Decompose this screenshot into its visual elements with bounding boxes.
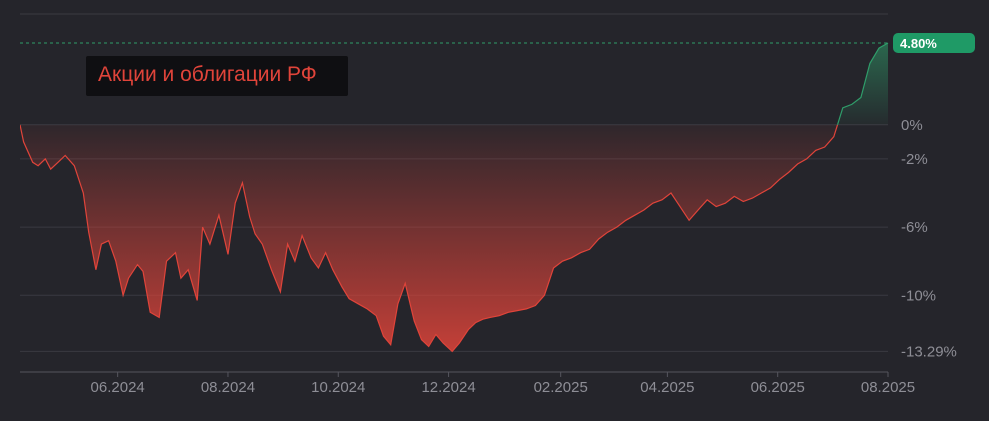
x-tick-label: 08.2025 (861, 379, 915, 396)
x-tick-label: 10.2024 (311, 379, 365, 396)
chart-title: Акции и облигации РФ (98, 63, 317, 86)
x-tick-label: 04.2025 (640, 379, 694, 396)
y-tick-label: 0% (901, 117, 923, 134)
y-tick-label: -10% (901, 287, 936, 304)
x-tick-label: 12.2024 (421, 379, 475, 396)
last-value-label: 4.80% (900, 36, 937, 51)
y-tick-label: -13.29% (901, 343, 957, 360)
chart-root: 0% -2% -6% -10% -13.29% 06.2024 08.2024 10.2024… (0, 0, 989, 421)
y-tick-label: -6% (901, 219, 928, 236)
x-tick-label: 02.2025 (534, 379, 588, 396)
x-tick-label: 08.2024 (201, 379, 255, 396)
last-value-badge: 4.80% (893, 32, 975, 53)
chart-title-box: Акции и облигации РФ (86, 56, 348, 96)
x-tick-label: 06.2025 (751, 379, 805, 396)
x-tick-label: 06.2024 (91, 379, 145, 396)
y-tick-label: -2% (901, 151, 928, 168)
axes (20, 371, 889, 377)
